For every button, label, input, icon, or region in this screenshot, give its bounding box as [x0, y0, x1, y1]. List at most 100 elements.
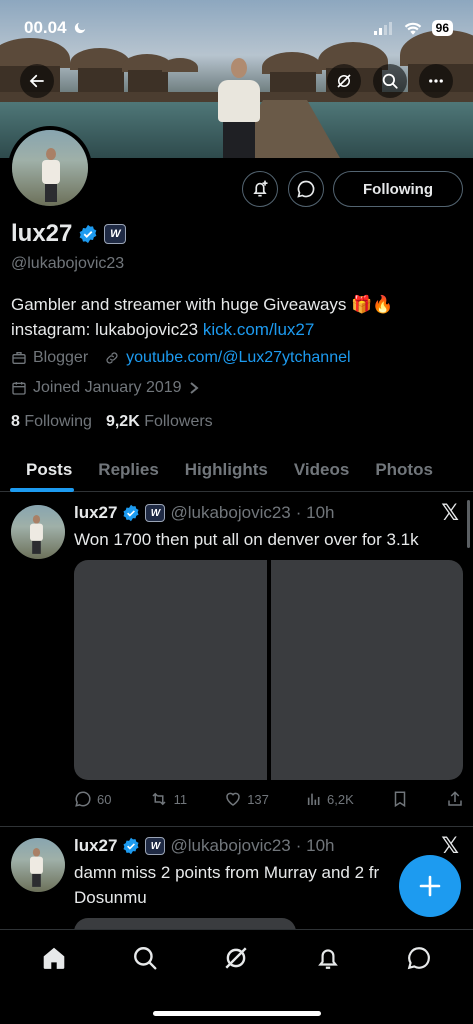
briefcase-icon [12, 352, 26, 364]
home-icon [43, 947, 64, 969]
tab-videos[interactable]: Videos [280, 448, 361, 492]
tweet-author-name[interactable]: lux27 [74, 503, 117, 523]
nav-grok[interactable] [212, 934, 260, 982]
search-button[interactable] [373, 64, 407, 98]
home-indicator [153, 1011, 321, 1016]
affiliate-badge: W [145, 504, 166, 522]
tweet-avatar[interactable] [11, 838, 65, 892]
notify-button[interactable] [242, 171, 278, 207]
following-button[interactable]: Following [333, 171, 463, 207]
tweet-header: lux27 W @lukabojovic23 · 10h [74, 836, 335, 856]
views-icon [307, 793, 320, 805]
back-arrow-icon [29, 74, 44, 88]
banner-hut [128, 70, 168, 92]
tab-replies[interactable]: Replies [84, 448, 170, 492]
banner-person [214, 58, 264, 158]
tweet-avatar[interactable] [11, 505, 65, 559]
profile-avatar[interactable] [8, 126, 92, 210]
profile-joined: Joined January 2019 [33, 379, 182, 396]
calendar-icon [12, 382, 26, 395]
chevron-right-icon [189, 382, 199, 394]
tweet-text: damn miss 2 points from Murray and 2 fr … [74, 863, 380, 907]
more-button[interactable] [419, 64, 453, 98]
back-button[interactable] [20, 64, 54, 98]
following-stat[interactable]: 8 Following [11, 413, 92, 431]
following-label: Following [24, 413, 92, 430]
tweet-media-image[interactable] [270, 560, 463, 780]
tab-posts[interactable]: Posts [0, 448, 84, 492]
message-icon [297, 180, 315, 198]
bio-link[interactable]: kick.com/lux27 [203, 320, 314, 339]
wifi-icon [404, 22, 421, 35]
reply-button[interactable]: 60 [74, 790, 111, 808]
battery-indicator: 96 [431, 20, 453, 36]
bottom-navigation [0, 929, 473, 1024]
moon-icon [74, 22, 85, 34]
message-button[interactable] [288, 171, 324, 207]
plus-icon [419, 875, 441, 897]
tweet-actions: 60 11 137 6,2K [74, 790, 464, 808]
like-button[interactable]: 137 [224, 790, 269, 808]
link-icon [106, 352, 118, 364]
profile-meta-row: Blogger youtube.com/@Lux27ytchannel [11, 349, 351, 367]
reply-icon [75, 791, 91, 807]
repost-button[interactable]: 11 [149, 790, 188, 808]
tweet-media-image[interactable] [74, 560, 267, 780]
repost-icon [152, 792, 166, 806]
compose-button[interactable] [399, 855, 461, 917]
tweet-author-handle: @lukabojovic23 [170, 503, 291, 522]
profile-website[interactable]: youtube.com/@Lux27ytchannel [126, 349, 350, 367]
tweet-author-name[interactable]: lux27 [74, 836, 117, 856]
nav-notifications[interactable] [304, 934, 352, 982]
follow-stats: 8 Following 9,2K Followers [11, 413, 213, 431]
tweet-author-handle: @lukabojovic23 [170, 836, 291, 855]
profile-name: lux27 [11, 220, 73, 247]
nav-messages[interactable] [395, 934, 443, 982]
x-logo-icon: 𝕏 [441, 833, 459, 858]
tweet-time: · 10h [295, 836, 335, 855]
bell-icon [318, 949, 338, 969]
status-time: 00.04 [24, 18, 87, 38]
profile-name-row: lux27 W [11, 220, 127, 248]
profile-joined-row[interactable]: Joined January 2019 [11, 379, 200, 397]
search-icon [382, 73, 398, 89]
bookmark-button[interactable] [391, 790, 409, 808]
nav-home[interactable] [30, 934, 78, 982]
bio-line-1: Gambler and streamer with huge Giveaways… [11, 295, 394, 314]
tab-highlights[interactable]: Highlights [171, 448, 280, 492]
tab-photos[interactable]: Photos [361, 448, 445, 492]
more-icon [429, 79, 443, 83]
following-count: 8 [11, 413, 20, 430]
grok-icon [225, 947, 248, 969]
heart-icon [226, 792, 240, 806]
verified-badge-icon [123, 504, 139, 522]
reply-count: 60 [97, 791, 112, 807]
followers-label: Followers [144, 413, 213, 430]
verified-badge-icon [123, 837, 139, 855]
tweet-time: · 10h [295, 503, 335, 522]
nav-search[interactable] [121, 934, 169, 982]
notification-add-icon [253, 180, 268, 197]
scrollbar[interactable] [467, 500, 470, 548]
repost-count: 11 [173, 791, 188, 807]
message-icon [407, 947, 431, 970]
bookmark-icon [394, 791, 406, 808]
affiliate-badge[interactable]: W [104, 224, 127, 244]
status-bar: 00.04 96 [0, 0, 473, 56]
signal-icon [373, 22, 392, 35]
views-button[interactable]: 6,2K [306, 790, 354, 808]
followers-stat[interactable]: 9,2K Followers [106, 413, 213, 431]
profile-bio: Gambler and streamer with huge Giveaways… [11, 292, 461, 342]
share-icon [448, 791, 462, 806]
banner-hut [78, 68, 124, 92]
followers-count: 9,2K [105, 413, 140, 430]
share-button[interactable] [446, 790, 464, 808]
grok-button[interactable] [327, 64, 361, 98]
status-time-text: 00.04 [24, 18, 67, 37]
profile-tabs: Posts Replies Highlights Videos Photos [0, 448, 473, 492]
search-icon [134, 947, 157, 970]
verified-badge-icon[interactable] [78, 224, 98, 244]
tweet-media[interactable] [74, 560, 463, 780]
grok-icon [337, 74, 351, 88]
affiliate-badge: W [145, 837, 166, 855]
